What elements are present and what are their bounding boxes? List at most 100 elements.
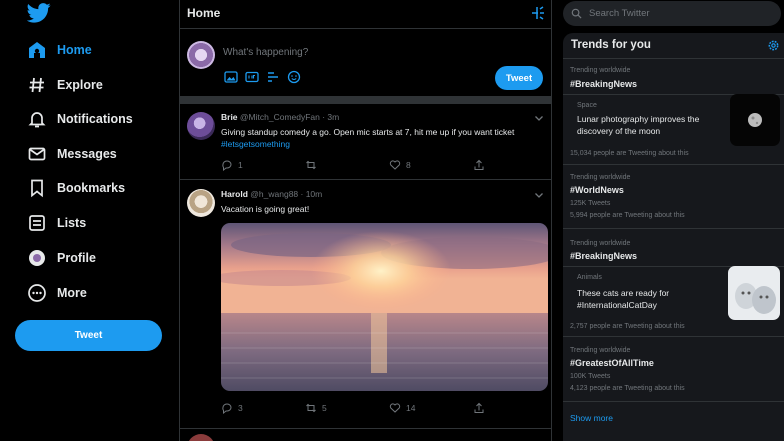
sidebar-tweet-button[interactable]: Tweet [15,320,162,351]
retweet-count: 5 [322,403,327,413]
list-icon [29,215,45,231]
tweet-avatar[interactable] [187,434,215,441]
tweet-actions: 3 5 14 [221,402,557,414]
tweet-actions: 1 8 [221,159,557,171]
tweet-media-image[interactable] [221,223,548,391]
trend-context: Trending worldwide [570,174,631,181]
nav-label-explore: Explore [57,78,103,92]
trend-hashtag[interactable]: #BreakingNews [570,251,637,261]
tweet-author-name[interactable]: Brie [221,112,238,122]
moon-thumbnail-image[interactable] [730,94,780,146]
chevron-down-icon[interactable] [533,189,545,201]
page-title: Home [187,6,221,20]
trends-divider [563,164,784,165]
trend-meta: 4,123 people are Tweeting about this [570,385,685,392]
nav-label-profile: Profile [57,251,96,265]
main-timeline: Home Tweet Brie @Mitch_ComedyF [179,0,552,441]
reply-button[interactable]: 1 [221,159,305,171]
reply-button[interactable]: 3 [221,402,305,414]
nav-item-profile[interactable]: Profile [27,245,96,271]
nav-item-bookmarks[interactable]: Bookmarks [27,175,125,201]
nav-label-bookmarks: Bookmarks [57,181,126,195]
left-sidebar: Home Explore Notifications Messages Book… [0,0,178,441]
like-count: 8 [406,160,411,170]
heart-icon [389,403,401,413]
nav-item-messages[interactable]: Messages [27,141,117,167]
gear-icon[interactable] [767,39,780,52]
nav-item-home[interactable]: Home [27,37,92,63]
composer-avatar[interactable] [187,41,215,69]
composer-input[interactable] [223,47,483,58]
trend-meta: 5,994 people are Tweeting about this [570,212,685,219]
twitter-logo-icon[interactable] [27,3,51,23]
cats-thumbnail-image[interactable] [728,266,780,320]
tweet-author-name[interactable]: Harold [221,189,248,199]
trend-count: 125K Tweets [570,200,611,207]
sparkle-icon[interactable] [530,5,546,21]
reply-icon [222,403,232,414]
tweet-text: Giving standup comedy a go. Open mic sta… [221,126,539,150]
nav-item-more[interactable]: More [27,280,87,306]
nav-label-lists: Lists [57,216,87,230]
tweet-avatar[interactable] [187,189,215,217]
trend-context: Animals [577,274,602,281]
chevron-down-icon[interactable] [533,112,545,124]
tweet-avatar[interactable] [187,112,215,140]
timeline-header: Home [180,0,551,28]
trend-headline[interactable]: Lunar photography improves the discovery… [577,113,727,137]
like-button[interactable]: 14 [389,402,473,414]
like-button[interactable]: 8 [389,159,473,171]
retweet-button[interactable] [305,159,389,171]
nav-item-explore[interactable]: Explore [27,72,103,98]
trend-context: Trending worldwide [570,240,631,247]
share-button[interactable] [473,402,557,414]
tweet-card[interactable]: Brie @Mitch_ComedyFan · 3m Giving standu… [180,104,551,180]
trend-hashtag[interactable]: #GreatestOfAllTime [570,358,654,368]
tweet-text: Vacation is going great! [221,204,310,214]
hashtag-icon [29,77,44,93]
reply-count: 1 [238,160,243,170]
trends-divider [563,58,784,59]
search-bar[interactable] [563,1,781,26]
trend-hashtag[interactable]: #BreakingNews [570,79,637,89]
nav-item-lists[interactable]: Lists [27,210,86,236]
emoji-icon[interactable] [287,70,301,84]
profile-icon [29,250,45,266]
retweet-icon [306,160,316,170]
tweet-composer: Tweet [180,28,551,96]
bookmark-icon [31,179,43,198]
poll-icon[interactable] [266,70,280,84]
trend-headline[interactable]: These cats are ready for #InternationalC… [577,287,717,311]
share-icon [474,402,484,413]
trends-title: Trends for you [571,39,651,51]
share-button[interactable] [473,159,557,171]
tweet-hashtag-link[interactable]: #letsgetsomething [221,139,290,149]
trends-divider [563,228,784,229]
nav-label-messages: Messages [57,147,117,161]
heart-icon [389,160,401,170]
trend-context: Trending worldwide [570,347,631,354]
composer-tweet-button[interactable]: Tweet [495,66,543,90]
tweet-card[interactable]: Harold @h_wang88 · 10m Vacation is going… [180,181,551,429]
share-icon [474,159,484,170]
trends-divider [563,336,784,337]
trend-hashtag[interactable]: #WorldNews [570,185,624,195]
retweet-button[interactable]: 5 [305,402,389,414]
show-more-link[interactable]: Show more [570,413,613,423]
search-icon [571,8,582,19]
trend-context: Trending worldwide [570,67,631,74]
gif-icon[interactable] [245,70,259,84]
search-input[interactable] [589,8,769,19]
image-icon[interactable] [224,70,238,84]
trend-count: 100K Tweets [570,373,611,380]
feed-divider [180,96,551,104]
like-count: 14 [406,403,416,413]
tweet-author-handle: @h_wang88 · 10m [250,189,323,199]
tweet-header: Harold @h_wang88 · 10m [221,189,322,199]
tweet-body: Giving standup comedy a go. Open mic sta… [221,127,515,137]
nav-label-more: More [57,286,87,300]
nav-item-notifications[interactable]: Notifications [27,106,133,132]
reply-icon [222,160,232,171]
bell-icon [28,112,46,128]
trend-meta: 15,034 people are Tweeting about this [570,150,689,157]
